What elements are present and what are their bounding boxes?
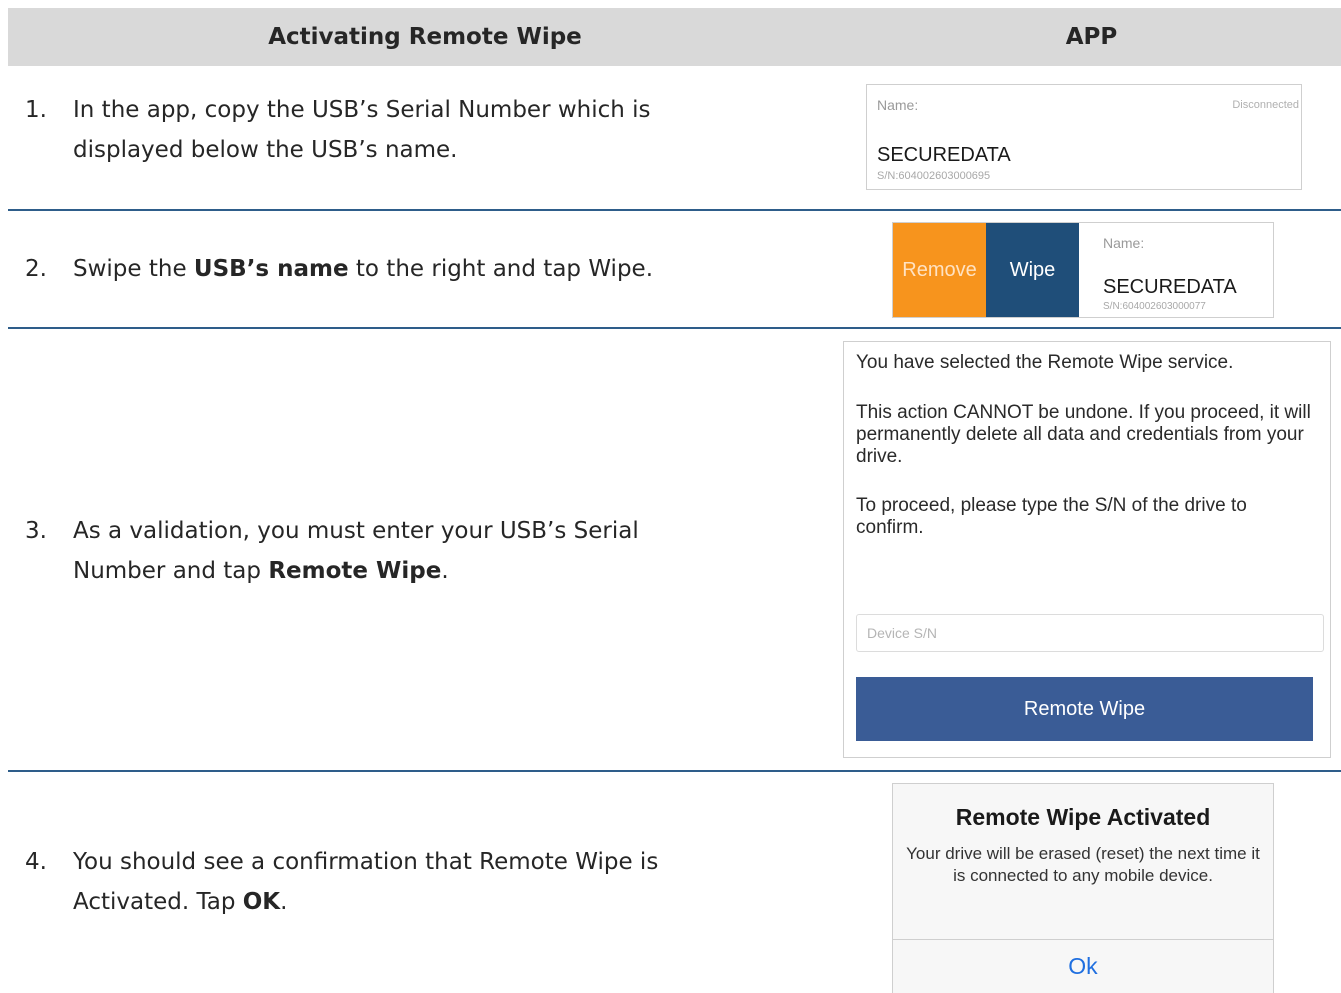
alert-message: Your drive will be erased (reset) the ne… [906,844,1260,885]
step-text-line: Activated. Tap OK. [73,882,785,922]
step-text-bold: USB’s name [193,256,349,282]
column-header-steps: Activating Remote Wipe [268,24,582,50]
device-sn-input[interactable] [856,614,1324,652]
step-2: 2. Swipe the USB’s name to the right and… [25,249,785,289]
confirmation-alert: Remote Wipe Activated Your drive will be… [892,783,1274,993]
row-divider [8,209,1341,211]
step-text: to the right and tap Wipe. [348,256,654,282]
step-text-bold: OK [242,889,281,915]
remove-button[interactable]: Remove [893,223,986,317]
connection-status: Disconnected [1232,99,1299,111]
ok-button[interactable]: Ok [893,940,1273,993]
step-3: 3. As a validation, you must enter your … [25,511,785,591]
step-text-line: Number and tap Remote Wipe. [73,551,785,591]
column-header-app: APP [1065,24,1118,50]
serial-number: S/N:604002603000695 [877,170,991,182]
step-number: 2. [25,256,47,282]
name-label: Name: [1103,235,1145,251]
step-number: 3. [25,518,47,544]
remote-wipe-dialog: You have selected the Remote Wipe servic… [843,341,1331,758]
step-text: Number and tap [73,558,269,584]
step-1: 1. In the app, copy the USB’s Serial Num… [25,90,785,170]
step-text-line: Swipe the USB’s name to the right and ta… [73,249,785,289]
step-text-line: displayed below the USB’s name. [73,137,458,163]
dialog-warning: This action CANNOT be undone. If you pro… [856,402,1311,467]
step-text-line: As a validation, you must enter your USB… [73,518,639,544]
device-list-item[interactable]: Name: Disconnected SECUREDATA S/N:604002… [866,84,1302,190]
device-name: SECUREDATA [1103,276,1237,298]
step-text-bold: Remote Wipe [268,558,442,584]
name-label: Name: [877,97,919,113]
step-text: . [441,558,449,584]
step-number: 1. [25,97,47,123]
remote-wipe-button[interactable]: Remote Wipe [856,677,1313,741]
table-header: Activating Remote Wipe APP [8,8,1341,66]
device-name: SECUREDATA [877,144,1011,166]
step-number: 4. [25,849,47,875]
step-text: . [280,889,288,915]
step-text-line: You should see a confirmation that Remot… [73,849,659,875]
alert-title: Remote Wipe Activated [955,804,1211,830]
serial-number: S/N:604002603000077 [1103,301,1206,312]
dialog-intro: You have selected the Remote Wipe servic… [856,352,1234,373]
row-divider [8,770,1341,772]
dialog-instruction: To proceed, please type the S/N of the d… [856,495,1247,538]
wipe-button[interactable]: Wipe [986,223,1079,317]
step-text: Swipe the [73,256,194,282]
step-text-line: In the app, copy the USB’s Serial Number… [73,97,651,123]
step-4: 4. You should see a confirmation that Re… [25,842,785,922]
step-text: Activated. Tap [73,889,243,915]
device-list-item-swiped[interactable]: Remove Wipe Name: SECUREDATA S/N:6040026… [892,222,1274,318]
row-divider [8,327,1341,329]
